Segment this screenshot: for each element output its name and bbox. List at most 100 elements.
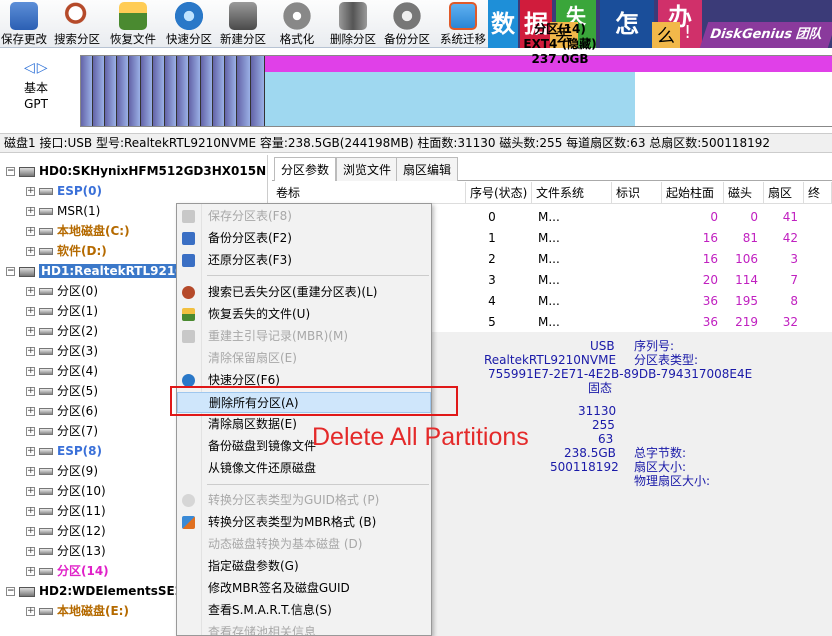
expand-icon[interactable]: +	[26, 447, 35, 456]
tree-item[interactable]: + 分区(5)	[26, 381, 98, 401]
cell-seq: 3	[488, 273, 496, 287]
tree-item[interactable]: + 分区(0)	[26, 281, 98, 301]
cell-seq: 4	[488, 294, 496, 308]
partition-segment[interactable]	[237, 56, 251, 126]
tree-item[interactable]: + 本地磁盘(C:)	[26, 221, 130, 241]
tree-item[interactable]: + MSR(1)	[26, 201, 100, 221]
tree-hd0[interactable]: − HD0:SKHynixHFM512GD3HX015N(47	[6, 161, 267, 181]
menu-set-disk-params[interactable]: 指定磁盘参数(G)	[177, 556, 431, 577]
col-head[interactable]: 磁头	[724, 182, 764, 204]
expand-icon[interactable]: +	[26, 407, 35, 416]
expand-icon[interactable]: +	[26, 367, 35, 376]
tree-item[interactable]: + 分区(7)	[26, 421, 98, 441]
expand-icon[interactable]: +	[26, 247, 35, 256]
partition-segment[interactable]	[93, 56, 105, 126]
tree-item[interactable]: + 本地磁盘(E:)	[26, 601, 129, 621]
expand-icon[interactable]: +	[26, 567, 35, 576]
partition-segment[interactable]	[153, 56, 165, 126]
tab-bar: 分区参数 浏览文件 扇区编辑	[272, 157, 832, 181]
expand-icon[interactable]: +	[26, 607, 35, 616]
menu-view-storage-pool[interactable]: 查看存储池相关信息	[177, 622, 431, 635]
partition-segment[interactable]	[165, 56, 177, 126]
delete-partition-button[interactable]: 删除分区	[326, 0, 380, 48]
tab-browse-files[interactable]: 浏览文件	[336, 157, 399, 181]
backup-partition-button[interactable]: 备份分区	[380, 0, 434, 48]
tree-item[interactable]: + 分区(3)	[26, 341, 98, 361]
partition-segment[interactable]	[129, 56, 141, 126]
tree-item[interactable]: + 分区(9)	[26, 461, 98, 481]
partition-segment[interactable]	[141, 56, 153, 126]
partition-segment[interactable]	[177, 56, 189, 126]
menu-modify-mbr-signature[interactable]: 修改MBR签名及磁盘GUID	[177, 578, 431, 599]
expand-icon[interactable]: +	[26, 427, 35, 436]
tree-item[interactable]: + 分区(2)	[26, 321, 98, 341]
col-start-cylinder[interactable]: 起始柱面	[662, 182, 724, 204]
menu-clear-reserved-sectors[interactable]: 清除保留扇区(E)	[177, 348, 431, 369]
tab-sector-edit[interactable]: 扇区编辑	[396, 157, 459, 181]
menu-recover-lost-files[interactable]: 恢复丢失的文件(U)	[177, 304, 431, 325]
menu-restore-partition-table[interactable]: 还原分区表(F3)	[177, 250, 431, 271]
tab-partition-params[interactable]: 分区参数	[274, 157, 337, 181]
expand-icon[interactable]: +	[26, 307, 35, 316]
expand-icon[interactable]: +	[26, 347, 35, 356]
col-sector[interactable]: 扇区	[764, 182, 804, 204]
tree-item[interactable]: + 分区(14)	[26, 561, 109, 581]
tree-item[interactable]: + 分区(12)	[26, 521, 106, 541]
quick-partition-button[interactable]: 快速分区	[162, 0, 216, 48]
partition-segment[interactable]	[213, 56, 225, 126]
partition-segment[interactable]	[201, 56, 213, 126]
expand-icon[interactable]: +	[26, 227, 35, 236]
partition-segment[interactable]	[251, 56, 265, 126]
menu-dynamic-to-basic[interactable]: 动态磁盘转换为基本磁盘 (D)	[177, 534, 431, 555]
menu-restore-disk-from-image[interactable]: 从镜像文件还原磁盘	[177, 458, 431, 479]
tree-item[interactable]: + 分区(4)	[26, 361, 98, 381]
tree-item[interactable]: + ESP(0)	[26, 181, 102, 201]
tree-item[interactable]: + 分区(11)	[26, 501, 106, 521]
tree-item[interactable]: + 分区(10)	[26, 481, 106, 501]
recover-files-button[interactable]: 恢复文件	[106, 0, 160, 48]
tree-item[interactable]: + ESP(8)	[26, 441, 102, 461]
menu-rebuild-mbr[interactable]: 重建主引导记录(MBR)(M)	[177, 326, 431, 347]
menu-view-smart-info[interactable]: 查看S.M.A.R.T.信息(S)	[177, 600, 431, 621]
menu-search-lost-partitions[interactable]: 搜索已丢失分区(重建分区表)(L)	[177, 282, 431, 303]
expand-icon[interactable]: +	[26, 527, 35, 536]
expand-icon[interactable]: +	[26, 467, 35, 476]
expand-icon[interactable]: +	[26, 547, 35, 556]
partition-segment[interactable]	[81, 56, 93, 126]
partition-segment[interactable]	[225, 56, 237, 126]
tree-hd1[interactable]: − HD1:RealtekRTL9210N	[6, 261, 196, 281]
col-volume-label[interactable]: 卷标	[272, 182, 466, 204]
tree-hd2[interactable]: − HD2:WDElementsSE2	[6, 581, 183, 601]
col-id[interactable]: 标识	[612, 182, 662, 204]
search-partition-button[interactable]: 搜索分区	[50, 0, 104, 48]
collapse-icon[interactable]: −	[6, 167, 15, 176]
expand-icon[interactable]: +	[26, 327, 35, 336]
partition-segment[interactable]	[117, 56, 129, 126]
menu-backup-partition-table[interactable]: 备份分区表(F2)	[177, 228, 431, 249]
tree-item[interactable]: + 分区(13)	[26, 541, 106, 561]
expand-icon[interactable]: +	[26, 207, 35, 216]
partition-segment[interactable]	[189, 56, 201, 126]
disk-nav-arrows-icon[interactable]: ◁▷	[24, 60, 50, 76]
new-partition-button[interactable]: 新建分区	[216, 0, 270, 48]
col-end[interactable]: 终	[804, 182, 832, 204]
collapse-icon[interactable]: −	[6, 267, 15, 276]
tree-item[interactable]: + 分区(6)	[26, 401, 98, 421]
menu-convert-to-guid[interactable]: 转换分区表类型为GUID格式 (P)	[177, 490, 431, 511]
tree-item[interactable]: + 软件(D:)	[26, 241, 107, 261]
col-filesystem[interactable]: 文件系统	[532, 182, 612, 204]
menu-save-partition-table[interactable]: 保存分区表(F8)	[177, 206, 431, 227]
partition-segment[interactable]	[105, 56, 117, 126]
col-seq-status[interactable]: 序号(状态)	[466, 182, 532, 204]
expand-icon[interactable]: +	[26, 507, 35, 516]
tree-item[interactable]: + 分区(1)	[26, 301, 98, 321]
format-button[interactable]: 格式化	[272, 0, 322, 48]
menu-convert-to-mbr[interactable]: 转换分区表类型为MBR格式 (B)	[177, 512, 431, 533]
expand-icon[interactable]: +	[26, 287, 35, 296]
expand-icon[interactable]: +	[26, 187, 35, 196]
tree-item-label: 分区(10)	[57, 484, 106, 498]
collapse-icon[interactable]: −	[6, 587, 15, 596]
expand-icon[interactable]: +	[26, 487, 35, 496]
expand-icon[interactable]: +	[26, 387, 35, 396]
save-changes-button[interactable]: 保存更改	[0, 0, 48, 48]
